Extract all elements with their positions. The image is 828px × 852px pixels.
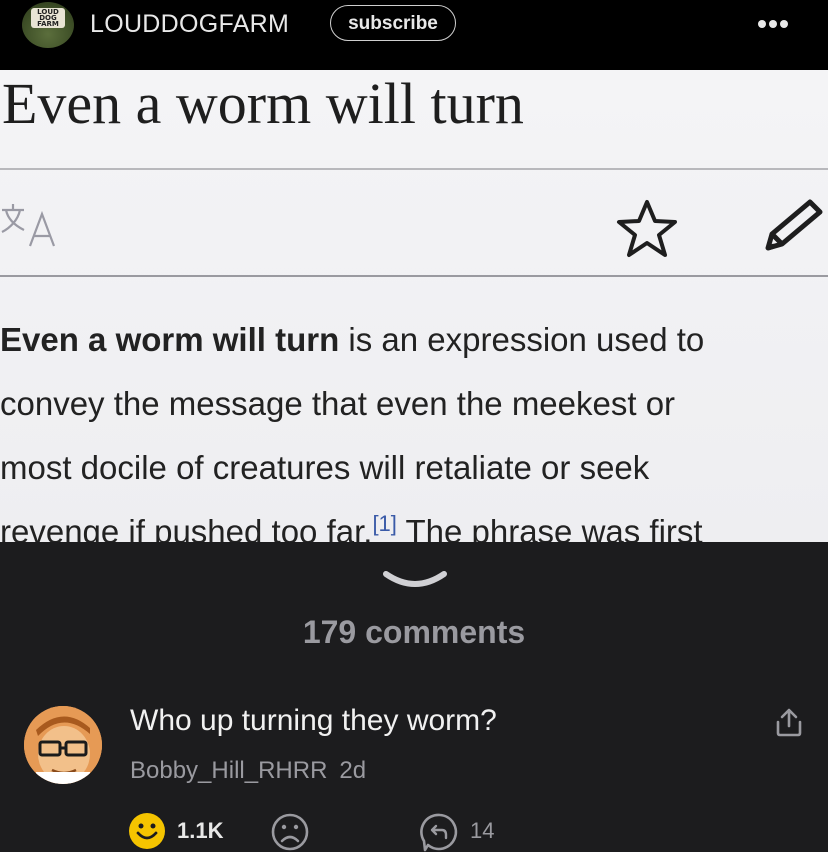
pencil-icon <box>765 199 823 251</box>
sad-reaction-icon[interactable] <box>270 812 310 852</box>
body-line: convey the message that even the meekest… <box>0 385 676 422</box>
body-line: revenge if pushed too far.[1] The phrase… <box>0 511 703 543</box>
comment-text: Who up turning they worm? <box>130 704 497 737</box>
subscribe-button[interactable]: subscribe <box>330 5 456 41</box>
reply-icon[interactable] <box>420 812 460 852</box>
divider <box>0 275 828 277</box>
post-image[interactable]: Even a worm will turn Even a worm will t… <box>0 70 828 542</box>
post-header: LOUD DOG FARM LOUDDOGFARM subscribe <box>0 0 828 70</box>
body-line: most docile of creatures will retaliate … <box>0 449 650 486</box>
commenter-avatar[interactable] <box>24 706 102 784</box>
like-count: 1.1K <box>177 818 224 843</box>
logo-sign: LOUD DOG FARM <box>31 8 65 28</box>
citation-link: [1] <box>372 511 397 536</box>
comment-author[interactable]: Bobby_Hill_RHRR <box>130 757 327 784</box>
comment-time: 2d <box>339 757 367 784</box>
avatar-face-icon <box>24 706 102 784</box>
comment-actions: 1.1K 14 <box>0 806 828 852</box>
comments-count: 179 comments <box>302 614 526 650</box>
star-icon <box>617 200 677 257</box>
reply-count: 14 <box>470 818 495 843</box>
chevron-down-icon[interactable] <box>382 568 448 594</box>
share-icon[interactable] <box>774 706 804 738</box>
divider <box>0 168 828 170</box>
channel-avatar[interactable]: LOUD DOG FARM <box>22 2 74 48</box>
article-title: Even a worm will turn <box>2 71 524 136</box>
translate-icon <box>1 204 56 247</box>
more-horizontal-icon[interactable] <box>758 15 796 29</box>
article-body: Even a worm will turn is an expression u… <box>0 308 828 542</box>
comment-meta: Bobby_Hill_RHRR 2d <box>130 757 366 785</box>
body-line: Even a worm will turn is an expression u… <box>0 321 705 358</box>
channel-name[interactable]: LOUDDOGFARM <box>90 10 289 39</box>
smile-reaction-icon[interactable] <box>128 812 166 850</box>
